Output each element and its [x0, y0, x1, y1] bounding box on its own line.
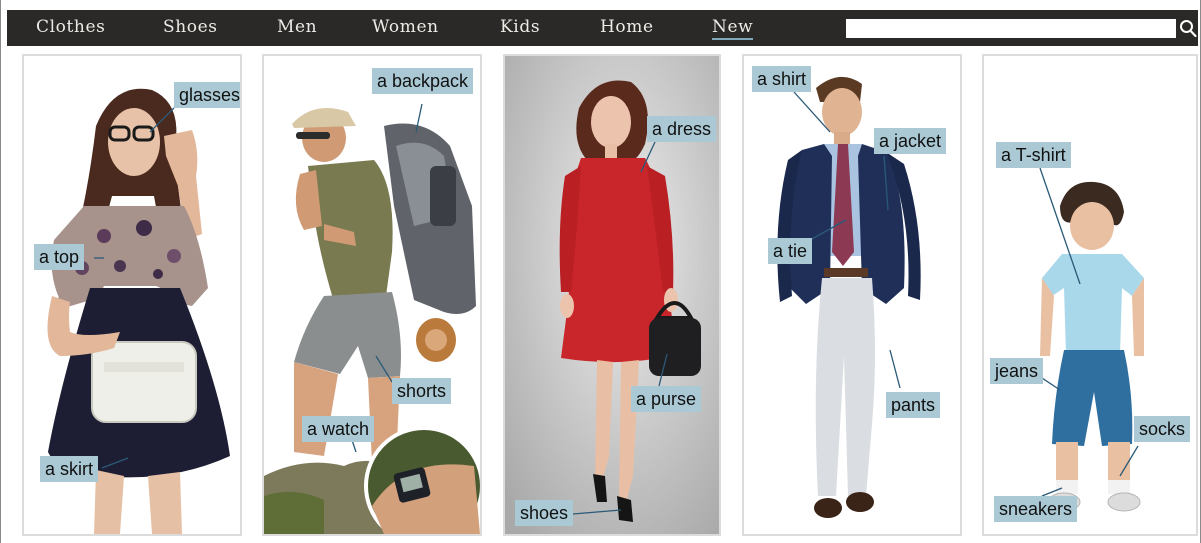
label-sneakers: sneakers: [994, 496, 1078, 522]
search-icon[interactable]: [1179, 18, 1197, 38]
product-card-hiker[interactable]: a backpack shorts a watch: [262, 54, 482, 536]
label-a-shirt: a shirt: [752, 66, 812, 92]
nav-item-clothes[interactable]: Clothes: [36, 17, 105, 37]
nav-item-kids[interactable]: Kids: [500, 17, 540, 37]
label-a-backpack: a backpack: [372, 68, 474, 94]
label-a-jacket: a jacket: [874, 128, 947, 154]
label-a-dress: a dress: [647, 116, 717, 142]
label-a-watch: a watch: [302, 416, 375, 442]
search-input[interactable]: [846, 19, 1176, 38]
label-shorts: shorts: [392, 378, 452, 404]
boy-photo: [984, 56, 1196, 534]
label-a-skirt: a skirt: [40, 456, 99, 482]
product-card-man[interactable]: a shirt a jacket a tie pants: [742, 54, 962, 536]
nav-item-shoes[interactable]: Shoes: [163, 17, 218, 37]
nav-item-men[interactable]: Men: [277, 17, 317, 37]
product-card-woman[interactable]: glasses a top a skirt: [22, 54, 242, 536]
nav-item-home[interactable]: Home: [600, 17, 654, 37]
label-jeans: jeans: [990, 358, 1044, 384]
label-glasses: glasses: [174, 82, 240, 108]
product-card-dress[interactable]: a dress a purse shoes: [503, 54, 721, 536]
label-socks: socks: [1134, 416, 1191, 442]
label-shoes: shoes: [515, 500, 574, 526]
label-a-top: a top: [34, 244, 85, 270]
nav-item-women[interactable]: Women: [372, 17, 439, 37]
label-a-t-shirt: a T-shirt: [996, 142, 1071, 168]
label-a-tie: a tie: [768, 238, 813, 264]
top-navigation-bar: Clothes Shoes Men Women Kids Home New: [7, 10, 1198, 46]
label-pants: pants: [886, 392, 941, 418]
hiker-photo: [264, 56, 480, 534]
nav-item-new[interactable]: New: [712, 17, 754, 40]
product-card-boy[interactable]: a T-shirt jeans socks sneakers: [982, 54, 1198, 536]
label-a-purse: a purse: [631, 386, 702, 412]
